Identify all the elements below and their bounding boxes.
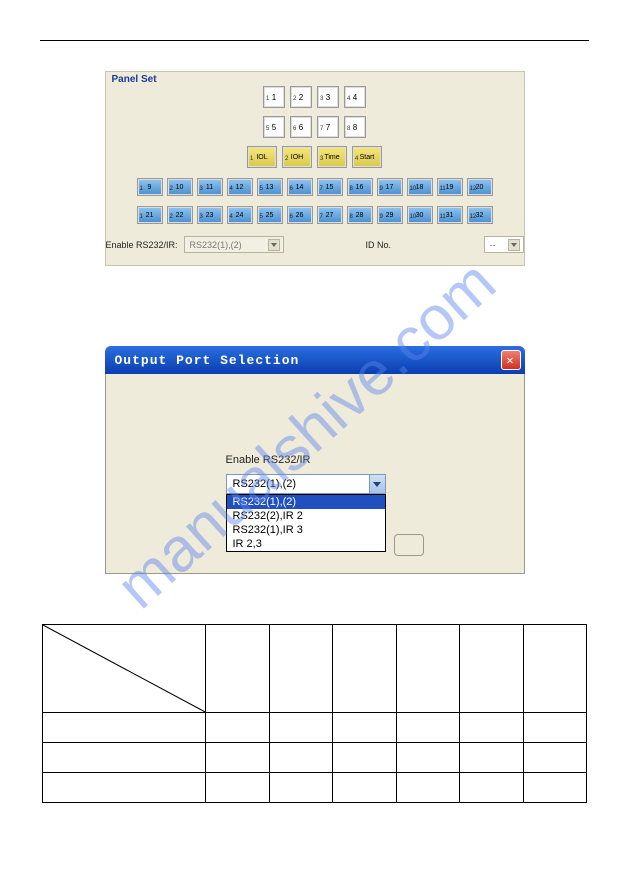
panel-row-1: 11 22 33 44 [106,86,524,108]
table-cell [206,743,269,773]
panel-btn-6[interactable]: 66 [290,116,312,138]
table-cell [523,743,586,773]
table-cell [460,773,523,803]
panel-btn-12[interactable]: 412 [227,178,253,196]
panel-btn-11[interactable]: 311 [197,178,223,196]
panel-btn-14[interactable]: 614 [287,178,313,196]
panel-btn-26[interactable]: 626 [287,206,313,224]
panel-btn-32[interactable]: 1232 [467,206,493,224]
panel-btn-start[interactable]: 4Start [352,146,382,168]
table-cell [333,713,396,743]
table-cell [396,625,459,713]
panel-btn-18[interactable]: 1018 [407,178,433,196]
table-cell [460,743,523,773]
panel-btn-21[interactable]: 121 [137,206,163,224]
panel-btn-8[interactable]: 88 [344,116,366,138]
panel-row-2: 55 66 77 88 [106,116,524,138]
panel-btn-9[interactable]: 19 [137,178,163,196]
table-cell [460,625,523,713]
table-cell [269,743,332,773]
panel-btn-2[interactable]: 22 [290,86,312,108]
table-cell [43,743,206,773]
panel-btn-30[interactable]: 1030 [407,206,433,224]
idno-dropdown[interactable]: -- [484,236,524,253]
combobox-option[interactable]: RS232(2),IR 2 [227,509,385,523]
table-cell [460,713,523,743]
top-rule [40,40,589,41]
rs232-combobox[interactable]: RS232(1),(2) [226,474,386,494]
data-table [42,624,587,803]
chevron-down-icon [268,239,280,251]
table-cell [206,625,269,713]
panel-btn-ioh[interactable]: 2IOH [282,146,312,168]
table-cell [523,713,586,743]
table-cell [523,773,586,803]
table-cell [269,773,332,803]
chevron-down-icon [369,475,385,493]
panel-btn-19[interactable]: 1119 [437,178,463,196]
combobox-option[interactable]: RS232(1),(2) [227,495,385,509]
panel-btn-25[interactable]: 525 [257,206,283,224]
table-cell [206,773,269,803]
close-button[interactable]: ✕ [501,350,521,370]
table-cell [206,713,269,743]
idno-label: ID No. [366,240,392,250]
panel-set-title: Panel Set [112,74,157,85]
enable-rs232-dropdown[interactable]: RS232(1),(2) [184,236,284,253]
table-cell [523,625,586,713]
panel-btn-28[interactable]: 828 [347,206,373,224]
panel-btn-7[interactable]: 77 [317,116,339,138]
panel-set-group: Panel Set 11 22 33 44 55 66 77 88 1IOL 2… [105,71,525,266]
panel-btn-16[interactable]: 816 [347,178,373,196]
panel-btn-24[interactable]: 424 [227,206,253,224]
panel-btn-23[interactable]: 323 [197,206,223,224]
dialog-button[interactable] [394,534,424,556]
combobox-option[interactable]: RS232(1),IR 3 [227,523,385,537]
table-cell [43,713,206,743]
dialog-title: Output Port Selection [115,353,501,368]
table-cell [43,773,206,803]
panel-row-4: 19210311412513614715816917101811191220 [106,178,524,196]
panel-btn-20[interactable]: 1220 [467,178,493,196]
chevron-down-icon [508,239,520,251]
panel-btn-iol[interactable]: 1IOL [247,146,277,168]
panel-btn-10[interactable]: 210 [167,178,193,196]
table-cell [269,713,332,743]
enable-rs232-dialog-label: Enable RS232/IR [226,454,311,466]
table-cell [333,773,396,803]
close-icon: ✕ [506,353,514,368]
panel-btn-22[interactable]: 222 [167,206,193,224]
table-cell [269,625,332,713]
panel-btn-4[interactable]: 44 [344,86,366,108]
panel-bottom-controls: Enable RS232/IR: RS232(1),(2) ID No. -- [106,236,524,253]
combobox-option[interactable]: IR 2,3 [227,537,385,551]
table-cell [396,713,459,743]
panel-row-5: 121222323424525626727828929103011311232 [106,206,524,224]
dialog-titlebar: Output Port Selection ✕ [105,346,525,374]
panel-btn-29[interactable]: 929 [377,206,403,224]
panel-btn-3[interactable]: 33 [317,86,339,108]
enable-rs232-label: Enable RS232/IR: [106,240,178,250]
panel-row-3: 1IOL 2IOH 3Time 4Start [106,146,524,168]
dialog-body: Enable RS232/IR RS232(1),(2) RS232(1),(2… [105,374,525,574]
table-cell [396,773,459,803]
table-cell [333,743,396,773]
rs232-combobox-list: RS232(1),(2)RS232(2),IR 2RS232(1),IR 3IR… [226,494,386,552]
panel-btn-15[interactable]: 715 [317,178,343,196]
panel-btn-17[interactable]: 917 [377,178,403,196]
panel-btn-1[interactable]: 11 [263,86,285,108]
panel-btn-31[interactable]: 1131 [437,206,463,224]
panel-btn-time[interactable]: 3Time [317,146,347,168]
table-cell [396,743,459,773]
panel-btn-13[interactable]: 513 [257,178,283,196]
output-port-dialog: Output Port Selection ✕ Enable RS232/IR … [105,346,525,574]
panel-btn-27[interactable]: 727 [317,206,343,224]
panel-btn-5[interactable]: 55 [263,116,285,138]
table-cell [333,625,396,713]
table-header-diagonal [43,625,206,713]
